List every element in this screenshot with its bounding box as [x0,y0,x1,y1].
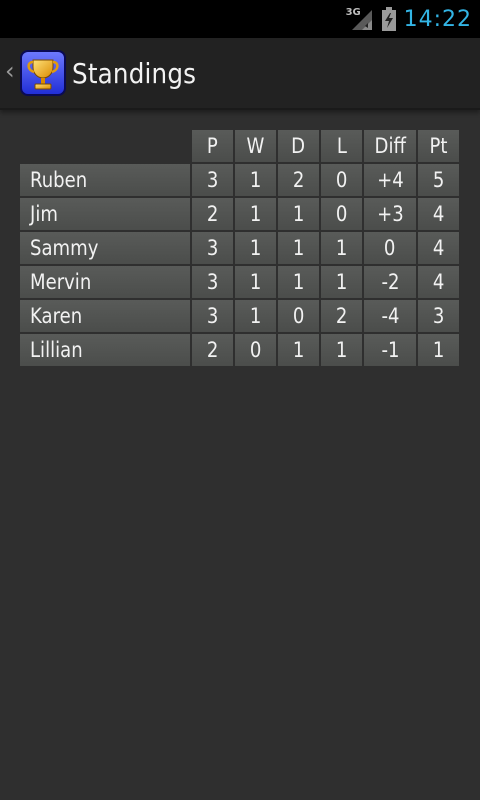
table-row: Sammy 3 1 1 1 0 4 [20,232,462,264]
battery-charging-icon [381,7,396,31]
column-header-lost: L [321,130,362,162]
player-name: Jim [20,198,190,230]
player-name: Lillian [20,334,190,366]
lost-cell: 0 [321,198,362,230]
table-header-row: P W D L Diff Pt [20,130,462,162]
played-cell: 2 [192,334,233,366]
played-cell: 2 [192,198,233,230]
won-cell: 1 [235,266,276,298]
played-cell: 3 [192,232,233,264]
diff-cell: +3 [364,198,416,230]
player-name: Mervin [20,266,190,298]
played-cell: 3 [192,164,233,196]
column-header-diff: Diff [364,130,416,162]
played-cell: 3 [192,300,233,332]
column-header-won: W [235,130,276,162]
status-icons: 3G 14:22 [346,0,472,38]
points-cell: 4 [418,232,459,264]
drawn-cell: 1 [278,198,319,230]
diff-cell: 0 [364,232,416,264]
diff-cell: +4 [364,164,416,196]
diff-cell: -2 [364,266,416,298]
drawn-cell: 1 [278,266,319,298]
table-row: Lillian 2 0 1 1 -1 1 [20,334,462,366]
header-blank-cell [20,130,190,162]
lost-cell: 1 [321,266,362,298]
action-bar: ‹ Standings [0,38,480,110]
points-cell: 1 [418,334,459,366]
table-row: Karen 3 1 0 2 -4 3 [20,300,462,332]
player-name: Sammy [20,232,190,264]
lost-cell: 2 [321,300,362,332]
column-header-points: Pt [418,130,459,162]
player-name: Karen [20,300,190,332]
won-cell: 1 [235,198,276,230]
lost-cell: 1 [321,232,362,264]
diff-cell: -4 [364,300,416,332]
points-cell: 4 [418,266,459,298]
status-clock: 14:22 [403,6,472,32]
drawn-cell: 2 [278,164,319,196]
standings-table: P W D L Diff Pt Ruben 3 1 2 0 +4 5 Jim 2… [20,130,462,368]
drawn-cell: 1 [278,334,319,366]
drawn-cell: 1 [278,232,319,264]
lost-cell: 0 [321,164,362,196]
won-cell: 1 [235,300,276,332]
points-cell: 5 [418,164,459,196]
drawn-cell: 0 [278,300,319,332]
table-row: Mervin 3 1 1 1 -2 4 [20,266,462,298]
page-title: Standings [72,56,197,90]
signal-icon: 3G [346,7,374,31]
back-caret-icon: ‹ [5,57,15,85]
won-cell: 1 [235,164,276,196]
points-cell: 3 [418,300,459,332]
status-bar: 3G 14:22 [0,0,480,38]
table-row: Ruben 3 1 2 0 +4 5 [20,164,462,196]
lost-cell: 1 [321,334,362,366]
won-cell: 1 [235,232,276,264]
column-header-drawn: D [278,130,319,162]
player-name: Ruben [20,164,190,196]
played-cell: 3 [192,266,233,298]
table-row: Jim 2 1 1 0 +3 4 [20,198,462,230]
trophy-icon[interactable] [20,50,66,96]
won-cell: 0 [235,334,276,366]
points-cell: 4 [418,198,459,230]
diff-cell: -1 [364,334,416,366]
column-header-played: P [192,130,233,162]
